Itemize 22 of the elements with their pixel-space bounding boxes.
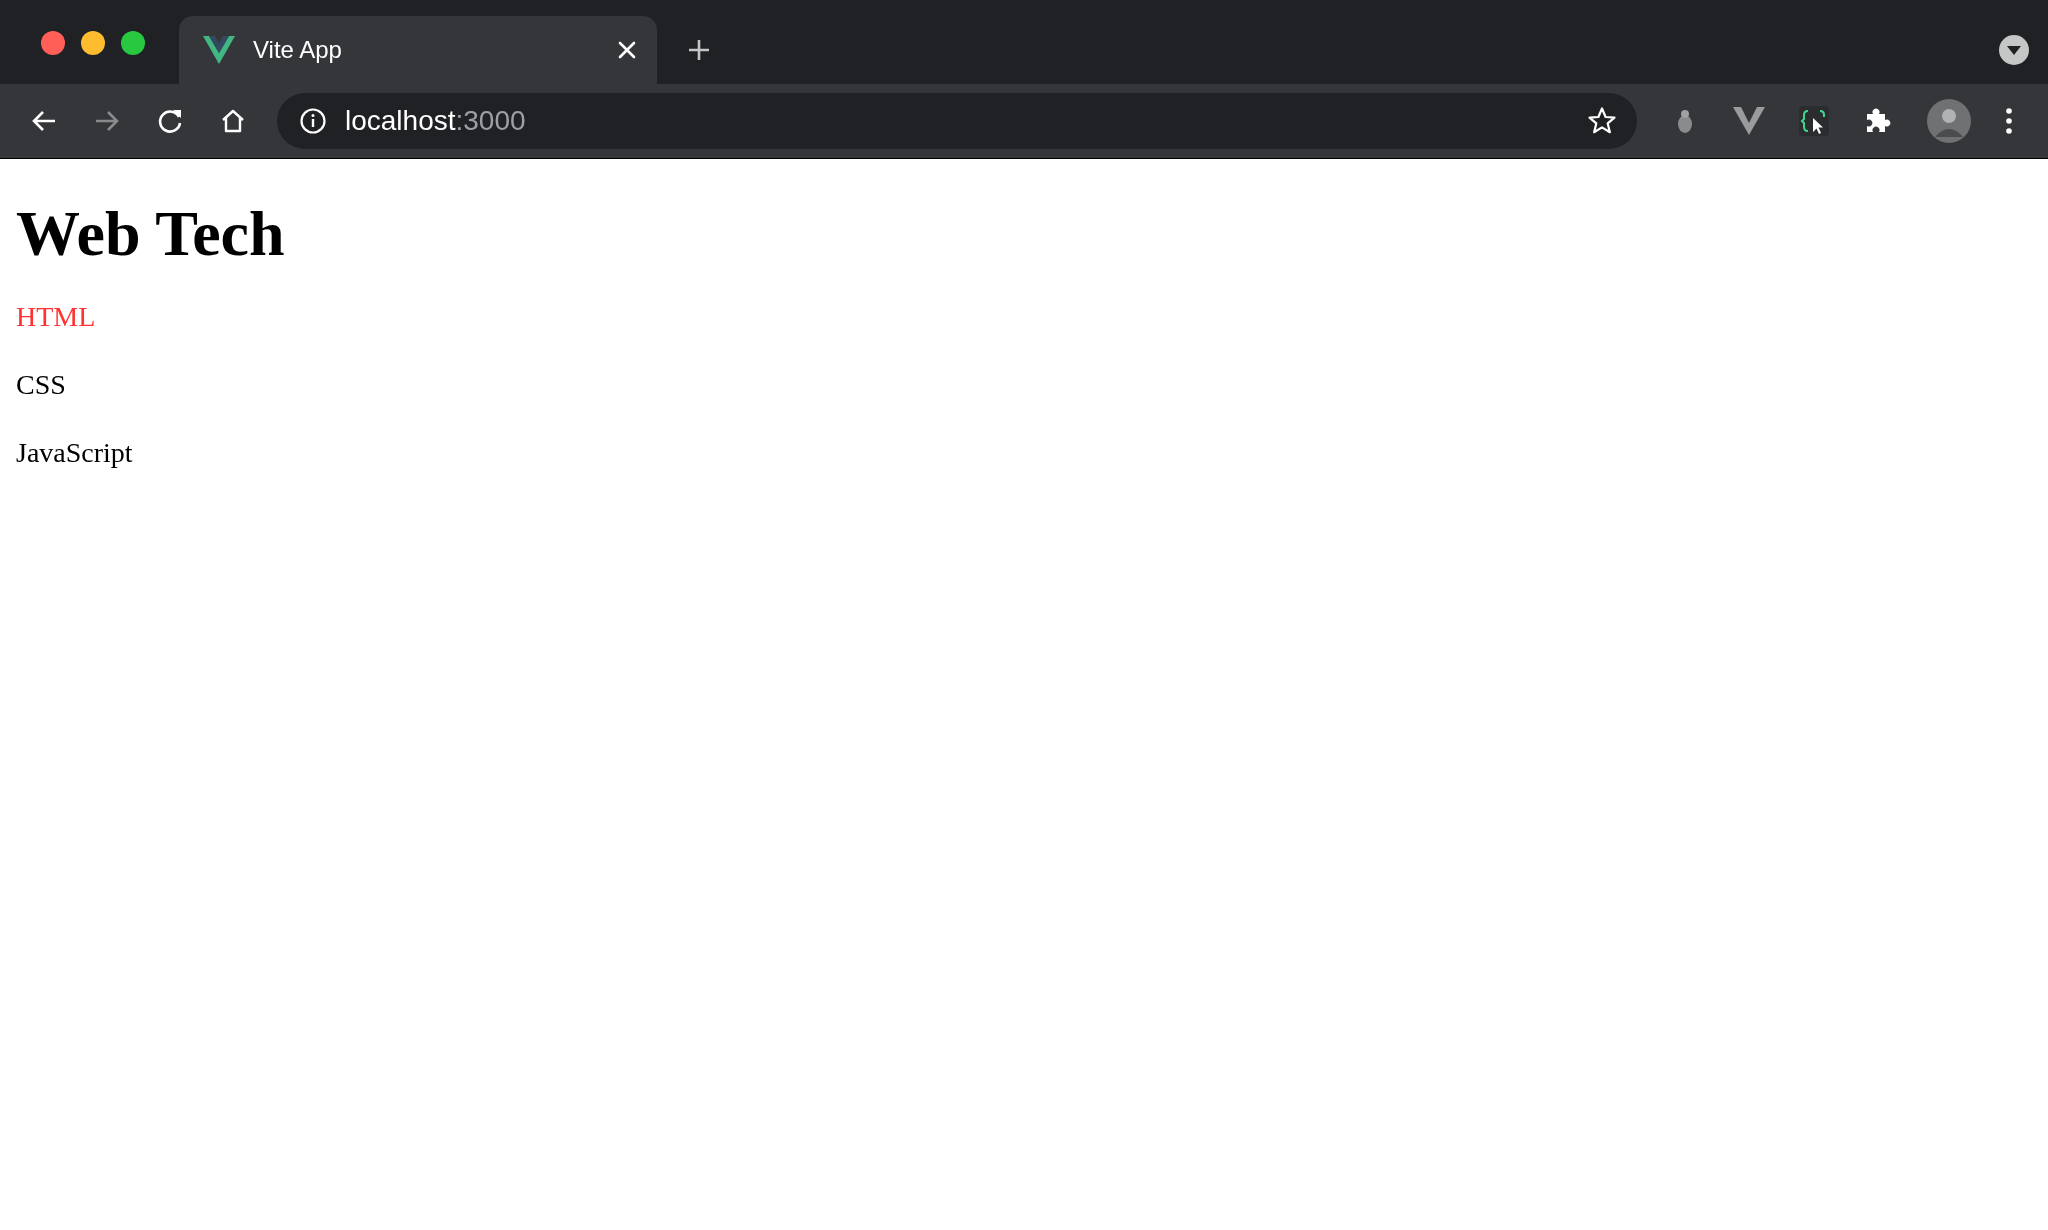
info-icon[interactable] (299, 107, 327, 135)
url-text: localhost:3000 (345, 105, 526, 137)
new-tab-icon[interactable] (687, 38, 711, 62)
minimize-window-button[interactable] (81, 31, 105, 55)
page-heading: Web Tech (16, 197, 286, 271)
tab-search-icon[interactable] (1999, 35, 2029, 65)
reload-icon[interactable] (156, 107, 184, 135)
address-bar[interactable]: localhost:3000 (277, 93, 1637, 149)
v-logo-icon (203, 36, 235, 64)
close-tab-icon[interactable] (617, 40, 637, 60)
close-window-button[interactable] (41, 31, 65, 55)
more-menu-icon[interactable] (2005, 107, 2013, 135)
maximize-window-button[interactable] (121, 31, 145, 55)
tab-title: Vite App (253, 36, 342, 64)
avatar-icon[interactable] (1927, 99, 1971, 143)
v-shape-icon[interactable] (1733, 107, 1765, 135)
list-text: HTML (16, 300, 97, 333)
list-text: JavaScript (16, 436, 134, 469)
braces-cursor-icon[interactable] (1799, 106, 1829, 136)
browser-tab[interactable]: Vite App (179, 16, 657, 84)
star-icon[interactable] (1587, 106, 1617, 136)
list-text: CSS (16, 368, 67, 401)
